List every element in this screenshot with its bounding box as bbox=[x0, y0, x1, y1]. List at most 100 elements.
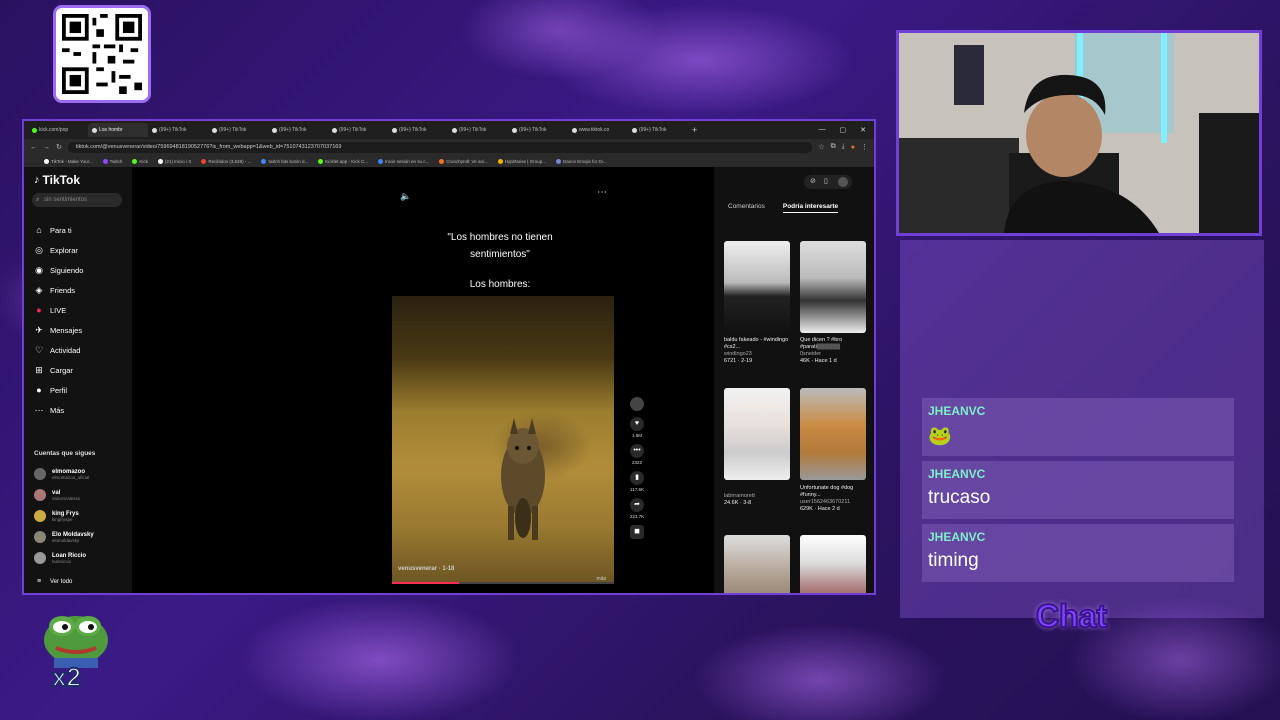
followed-account[interactable]: Elo Moldavsky elomoldavsky bbox=[34, 531, 94, 543]
volume-icon[interactable]: 🔈 bbox=[400, 191, 411, 202]
browser-tab[interactable]: (99+) TikTok bbox=[328, 123, 388, 137]
tab-podria-interesarte[interactable]: Podría interesarte bbox=[782, 203, 839, 213]
video-author[interactable]: venusvenerar · 1-18 bbox=[398, 566, 454, 572]
recommended-video[interactable] bbox=[800, 535, 866, 593]
sidebar-item-siguiendo[interactable]: ◉ Siguiendo bbox=[34, 265, 83, 275]
bookmark[interactable]: (21) Inicio / X bbox=[157, 158, 191, 164]
bookmark[interactable]: Recibidos (3,628) - ... bbox=[201, 158, 251, 164]
recommended-video[interactable] bbox=[800, 388, 866, 480]
phone-icon[interactable]: ▯ bbox=[824, 177, 828, 185]
sidebar-item-perfil[interactable]: ● Perfil bbox=[34, 385, 67, 395]
recommended-video[interactable] bbox=[724, 241, 790, 333]
bookmark[interactable]: Kick bbox=[132, 158, 148, 164]
close-icon[interactable]: ✕ bbox=[860, 126, 866, 134]
author-avatar[interactable] bbox=[624, 397, 650, 411]
browser-tab[interactable]: (99+) TikTok bbox=[208, 123, 268, 137]
recommended-video[interactable] bbox=[724, 535, 790, 593]
star-icon[interactable]: ☆ bbox=[818, 143, 824, 151]
heart-icon: ♥ bbox=[630, 417, 644, 431]
bookmark[interactable]: twitch bits botón d... bbox=[261, 158, 308, 164]
bookmark[interactable]: Twitch bbox=[102, 158, 122, 164]
video-actions: ♥ 1.5M ••• 2322 ▮ 117.6K ➦ 223.7K ◼ bbox=[624, 397, 650, 545]
bookmark[interactable]: Kicklet.app - Kick C... bbox=[318, 158, 368, 164]
tiktok-favicon-icon bbox=[152, 127, 157, 133]
sidebar-item-mensajes[interactable]: ✈ Mensajes bbox=[34, 325, 82, 335]
bookmark-favicon-icon bbox=[201, 158, 207, 164]
url-bar[interactable]: tiktok.com/@venusvenerar/video/759694818… bbox=[67, 141, 813, 153]
extensions-icon[interactable]: ⧉ bbox=[831, 143, 836, 151]
qr-code bbox=[56, 8, 148, 100]
search-input[interactable]: ⌕ sin sentimientos bbox=[32, 193, 122, 207]
see-all-link[interactable]: ≡ Ver todo bbox=[34, 577, 72, 587]
browser-tab[interactable]: (99+) TikTok bbox=[508, 123, 568, 137]
tab-comentarios[interactable]: Comentarios bbox=[728, 203, 765, 213]
browser-tab[interactable]: (99+) TikTok bbox=[448, 123, 508, 137]
live-icon: ● bbox=[36, 305, 42, 315]
tiktok-favicon-icon bbox=[632, 127, 637, 133]
bookmark[interactable]: TikTok - Make Your... bbox=[44, 158, 93, 164]
back-icon[interactable]: ← bbox=[30, 144, 37, 151]
compass-icon[interactable]: ⊘ bbox=[810, 177, 816, 185]
bookmark[interactable]: Crunchyroll: Ve ani... bbox=[439, 158, 488, 164]
followed-account[interactable]: Loan Riccio loanriccio bbox=[34, 552, 86, 564]
browser-tab[interactable]: (99+) TikTok bbox=[628, 123, 688, 137]
more-options-icon[interactable]: ⋯ bbox=[597, 187, 607, 198]
forward-icon[interactable]: → bbox=[43, 144, 50, 151]
maximize-icon[interactable]: ▢ bbox=[840, 126, 847, 134]
recommendations-panel: ⊘ ▯ Comentarios Podría interesarte baldu… bbox=[714, 167, 874, 593]
share-button[interactable]: ➦ 223.7K bbox=[624, 498, 650, 519]
recommended-video[interactable] bbox=[800, 241, 866, 333]
sidebar-item-cargar[interactable]: ⊞ Cargar bbox=[34, 365, 73, 375]
multiplier-label: x2 bbox=[51, 661, 82, 693]
video-caption-sub: Los hombres: bbox=[469, 279, 531, 290]
browser-tab[interactable]: www.tiktok.co bbox=[568, 123, 628, 137]
upload-icon: ⊞ bbox=[35, 365, 43, 375]
window-controls: — ▢ ✕ bbox=[819, 126, 875, 134]
menu-icon[interactable]: ⋮ bbox=[861, 143, 868, 151]
browser-tab[interactable]: kick.com/pop bbox=[28, 123, 88, 137]
sidebar-item-actividad[interactable]: ♡ Actividad bbox=[34, 345, 80, 355]
bookmark[interactable]: Dance Emojis for Di... bbox=[555, 158, 607, 164]
sidebar-item-para-ti[interactable]: ⌂ Para ti bbox=[34, 225, 71, 235]
tiktok-logo[interactable]: ♪ TikTok bbox=[34, 173, 80, 187]
sidebar-item-live[interactable]: ● LIVE bbox=[34, 305, 66, 315]
avatar[interactable] bbox=[838, 177, 848, 187]
browser-tab[interactable]: (99+) TikTok bbox=[388, 123, 448, 137]
followed-account[interactable]: val valconzalesss bbox=[34, 489, 80, 501]
share-icon: ➦ bbox=[630, 498, 644, 512]
download-icon[interactable]: ⤓ bbox=[842, 143, 845, 151]
like-button[interactable]: ♥ 1.5M bbox=[624, 417, 650, 438]
bookmark[interactable]: HqrdNoise | Group... bbox=[497, 158, 546, 164]
minimize-icon[interactable]: — bbox=[819, 126, 826, 134]
browser-tab-active[interactable]: Los hombr bbox=[88, 123, 148, 137]
browser-tab[interactable]: (99+) TikTok bbox=[268, 123, 328, 137]
bookmark-favicon-icon bbox=[132, 158, 138, 164]
video-thumbnail bbox=[724, 535, 790, 593]
sidebar-item-mas[interactable]: ⋯ Más bbox=[34, 405, 65, 415]
bookmark[interactable]: Inicie sesión en su c... bbox=[377, 158, 429, 164]
bookmark-favicon-icon bbox=[555, 158, 561, 164]
profile-avatar-icon[interactable]: ● bbox=[851, 144, 855, 151]
tiktok-favicon-icon bbox=[212, 127, 217, 133]
search-icon: ⌕ bbox=[36, 196, 40, 203]
music-disc[interactable]: ◼ bbox=[624, 525, 650, 539]
followed-account[interactable]: king Frys kingfryspe bbox=[34, 510, 79, 522]
video-player[interactable]: venusvenerar · 1-18 más bbox=[392, 296, 614, 584]
comment-button[interactable]: ••• 2322 bbox=[624, 444, 650, 465]
new-tab-icon[interactable]: + bbox=[692, 125, 697, 135]
pepe-overlay: x2 bbox=[38, 606, 114, 696]
video-progress-bar[interactable] bbox=[392, 582, 614, 584]
sidebar-item-explorar[interactable]: ◎ Explorar bbox=[34, 245, 78, 255]
sidebar-item-friends[interactable]: ◈ Friends bbox=[34, 285, 75, 295]
followed-account[interactable]: elmomazoo elmomazoo_oficial bbox=[34, 468, 89, 480]
tiktok-favicon-icon bbox=[512, 127, 517, 133]
tiktok-sidebar: ♪ TikTok ⌕ sin sentimientos ⌂ Para ti ◎ Ex… bbox=[24, 167, 132, 593]
reload-icon[interactable]: ↻ bbox=[56, 143, 62, 151]
avatar bbox=[34, 552, 46, 564]
tiktok-favicon-icon bbox=[332, 127, 337, 133]
video-thumbnail bbox=[800, 241, 866, 333]
browser-tab[interactable]: (99+) TikTok bbox=[148, 123, 208, 137]
tiktok-favicon-icon bbox=[92, 127, 97, 133]
recommended-video[interactable] bbox=[724, 388, 790, 480]
bookmark-button[interactable]: ▮ 117.6K bbox=[624, 471, 650, 492]
